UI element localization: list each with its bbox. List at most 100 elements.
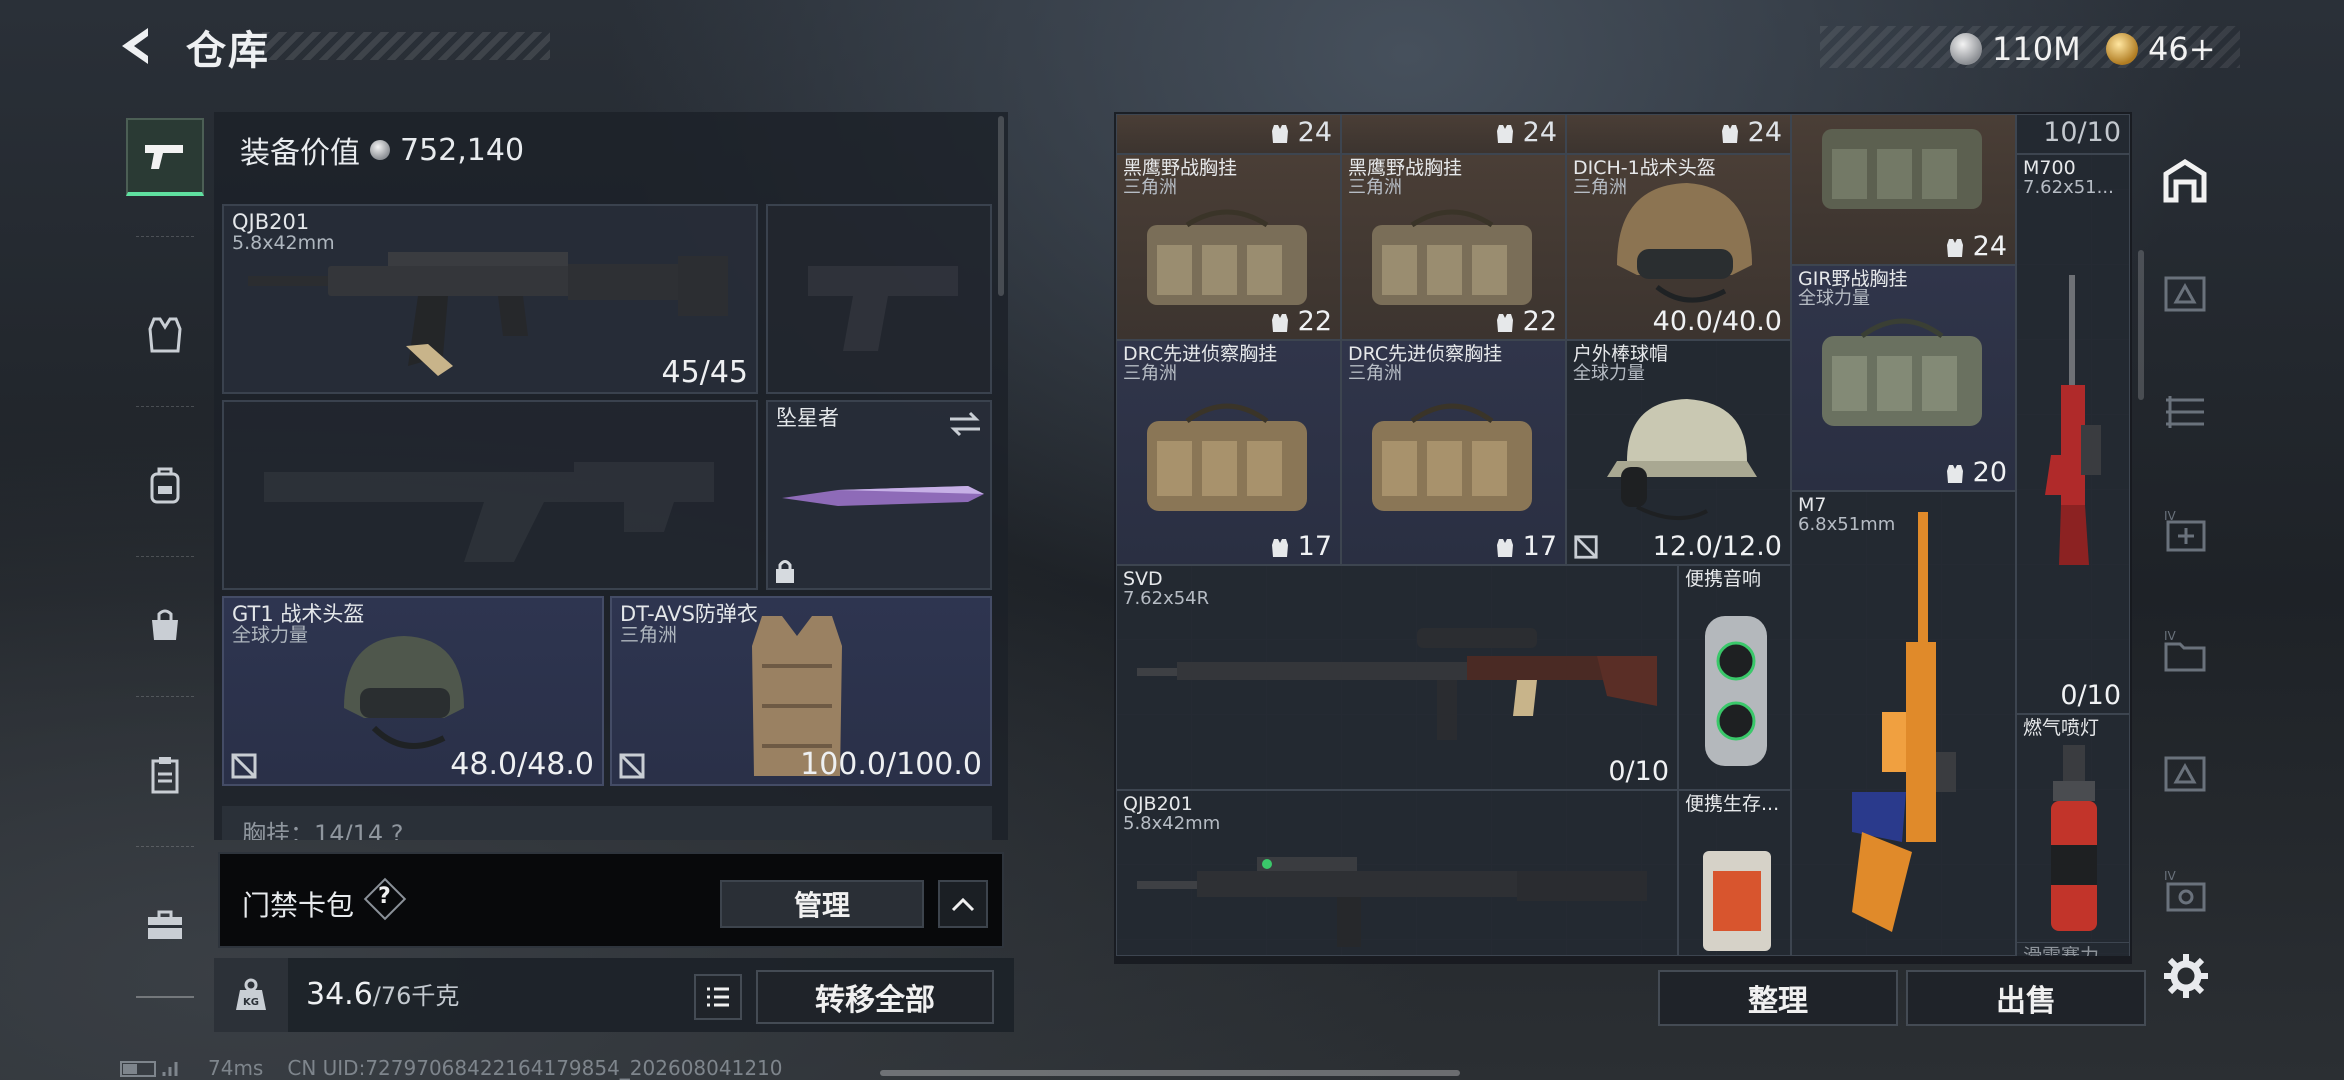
nav-weapons[interactable]: [126, 118, 204, 196]
storage-item[interactable]: 黑鹰野战胸挂 三角洲 22: [1341, 154, 1566, 340]
storage-scrollbar[interactable]: [2138, 250, 2144, 400]
storage-item[interactable]: 24: [1566, 114, 1791, 154]
rifle-icon: [1852, 512, 1956, 932]
storage-page-6[interactable]: [2158, 746, 2212, 800]
storage-item[interactable]: 24: [1116, 114, 1341, 154]
survival-kit-icon: [1703, 851, 1771, 951]
no-repair-icon: [231, 753, 257, 779]
svg-text:IV: IV: [2164, 509, 2177, 523]
settings-button[interactable]: [2162, 952, 2210, 1000]
storage-page-7[interactable]: IV: [2158, 866, 2212, 920]
storage-item[interactable]: 滑雪赛力...: [2016, 942, 2130, 956]
nav-briefcase[interactable]: [126, 886, 204, 964]
list-view-button[interactable]: [694, 974, 742, 1020]
chest-rig-icon: [1147, 209, 1307, 305]
storage-item[interactable]: M700 7.62x51... 0/10: [2016, 154, 2130, 714]
chest-rig-icon: [1822, 129, 1982, 209]
helmet-durability: 48.0/48.0: [450, 747, 594, 782]
back-button[interactable]: [112, 22, 160, 70]
storage-page-1[interactable]: [2158, 154, 2212, 208]
vest-small-icon: [1947, 464, 1964, 483]
transfer-all-button[interactable]: 转移全部: [756, 970, 994, 1024]
speaker-icon: [1705, 616, 1767, 766]
item-name: DRC先进侦察胸挂: [1348, 343, 1503, 365]
chest-rig-icon: [1372, 209, 1532, 305]
storage-item[interactable]: M7 6.8x51mm: [1791, 491, 2016, 956]
item-capacity: 17: [1271, 531, 1332, 562]
item-capacity: 24: [1946, 231, 2007, 262]
sell-button[interactable]: 出售: [1906, 970, 2146, 1026]
primary-weapon-ammo: 45/45: [661, 355, 748, 390]
storage-item[interactable]: DICH-1战术头盔 三角洲 40.0/40.0: [1566, 154, 1791, 340]
nav-bag[interactable]: [126, 586, 204, 664]
storage-item[interactable]: SVD 7.62x54R 0/10: [1116, 565, 1678, 790]
storage-page-4[interactable]: IV: [2158, 506, 2212, 560]
item-name: 滑雪赛力...: [2023, 945, 2118, 956]
secondary-weapon-slot[interactable]: [222, 400, 758, 590]
storage-gear-icon: IV: [2164, 869, 2206, 912]
nav-vest[interactable]: [126, 296, 204, 374]
storage-item[interactable]: QJB201 5.8x42mm: [1116, 790, 1678, 956]
rifle-placeholder-icon: [264, 462, 714, 562]
storage-item[interactable]: 户外棒球帽 全球力量 12.0/12.0: [1566, 340, 1791, 565]
storage-rack-icon: [2166, 396, 2204, 428]
storage-item[interactable]: 黑鹰野战胸挂 三角洲 22: [1116, 154, 1341, 340]
storage-page-2[interactable]: [2158, 266, 2212, 320]
sort-button[interactable]: 整理: [1658, 970, 1898, 1026]
vest-small-icon: [1722, 124, 1739, 143]
item-name: 户外棒球帽: [1573, 343, 1669, 365]
storage-item[interactable]: 便携音响: [1678, 565, 1791, 790]
bag-icon: [152, 609, 178, 640]
nav-clipboard[interactable]: [126, 736, 204, 814]
item-ammo: 0/10: [1608, 756, 1669, 787]
battery-signal-icon: [120, 1061, 178, 1077]
keycard-bar: 门禁卡包 ? 管理: [218, 852, 1004, 948]
currency-gold[interactable]: 46+: [2106, 30, 2216, 68]
briefcase-icon: [148, 910, 182, 939]
storage-item[interactable]: 10/10: [2016, 114, 2130, 154]
storage-home-icon: [2163, 159, 2207, 203]
manage-button[interactable]: 管理: [720, 880, 924, 928]
chest-rig-capacity: 胸挂：14/14 ?: [242, 820, 404, 840]
storage-crate-icon: [2164, 756, 2206, 792]
storage-item[interactable]: DRC先进侦察胸挂 三角洲 17: [1116, 340, 1341, 565]
currency-silver[interactable]: 110M: [1950, 30, 2081, 68]
silver-amount: 110M: [1992, 30, 2081, 68]
home-indicator[interactable]: [880, 1070, 1460, 1076]
sidearm-slot[interactable]: [766, 204, 992, 394]
keycard-label: 门禁卡包: [242, 889, 355, 922]
weight-bar: KG 34.6/76千克 转移全部: [214, 958, 1014, 1032]
primary-weapon-slot[interactable]: QJB201 5.8x42mm 45/45: [222, 204, 758, 394]
swap-icon[interactable]: [948, 410, 982, 438]
storage-item[interactable]: 24: [1791, 114, 2016, 265]
storage-page-5[interactable]: IV: [2158, 626, 2212, 680]
storage-grid: 24 24 24 10/10 黑鹰野战胸挂 三角洲 22 黑鹰野战胸挂 三角洲 …: [1116, 114, 2130, 956]
sniper-rifle-icon: [1137, 628, 1657, 740]
svg-text:IV: IV: [2164, 869, 2177, 883]
chest-rig-row[interactable]: 胸挂：14/14 ?: [222, 806, 992, 840]
item-name: 黑鹰野战胸挂: [1123, 157, 1238, 179]
ping-text: 74ms: [208, 1056, 264, 1080]
item-name: 黑鹰野战胸挂: [1348, 157, 1463, 179]
storage-item[interactable]: DRC先进侦察胸挂 三角洲 17: [1341, 340, 1566, 565]
storage-item[interactable]: 24: [1341, 114, 1566, 154]
weight-readout: 34.6/76千克: [306, 976, 459, 1012]
item-capacity: 17: [1496, 531, 1557, 562]
nav-backpack[interactable]: [126, 446, 204, 524]
storage-item[interactable]: GIR野战胸挂 全球力量 20: [1791, 265, 2016, 491]
item-caliber: 5.8x42mm: [1123, 813, 1221, 834]
storage-page-3[interactable]: [2158, 386, 2212, 440]
storage-item[interactable]: 便携生存...: [1678, 790, 1791, 956]
helmet-faction: 全球力量: [232, 624, 309, 646]
rifle-icon: [1137, 857, 1647, 947]
helmet-slot[interactable]: GT1 战术头盔 全球力量 48.0/48.0: [222, 596, 604, 786]
left-scrollbar[interactable]: [998, 116, 1004, 296]
chest-rig-icon: [1372, 403, 1532, 511]
melee-slot[interactable]: 坠星者: [766, 400, 992, 590]
baseball-cap-icon: [1607, 399, 1757, 521]
item-name: QJB201: [1123, 793, 1193, 815]
expand-button[interactable]: [938, 880, 988, 928]
weight-icon-box: KG: [214, 958, 288, 1032]
storage-item[interactable]: 燃气喷灯: [2016, 714, 2130, 954]
armor-slot[interactable]: DT-AVS防弹衣 三角洲 100.0/100.0: [610, 596, 992, 786]
